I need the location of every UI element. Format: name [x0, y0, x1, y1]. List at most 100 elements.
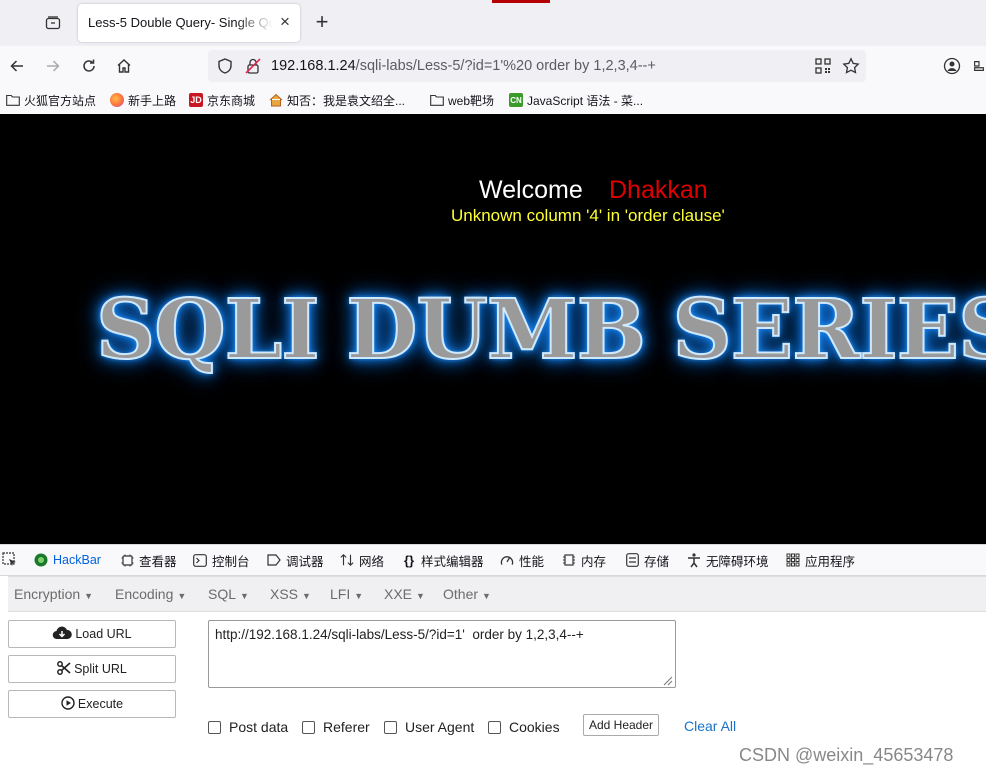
- referer-checkbox[interactable]: Referer: [302, 718, 370, 736]
- reload-icon[interactable]: [77, 54, 101, 78]
- execute-button[interactable]: Execute: [8, 690, 176, 718]
- hackbar-url-input[interactable]: http://192.168.1.24/sqli-labs/Less-5/?id…: [208, 620, 676, 688]
- tab-memory[interactable]: 内存: [562, 550, 606, 570]
- bookmark-item[interactable]: CN JavaScript 语法 - 菜...: [509, 90, 643, 110]
- bookmark-label: JavaScript 语法 - 菜...: [527, 93, 644, 108]
- menu-encryption[interactable]: Encryption ▼: [14, 586, 93, 602]
- caret-down-icon: ▼: [482, 591, 491, 601]
- post-data-checkbox[interactable]: Post data: [208, 718, 288, 736]
- bookmark-label: 新手上路: [128, 93, 177, 108]
- element-picker-icon[interactable]: [2, 550, 18, 570]
- devtools-tab-bar: HackBar 查看器 控制台 调试器 网络 {} 样式编辑器 性能 内存 存储…: [0, 544, 986, 576]
- tab-performance[interactable]: 性能: [500, 550, 544, 570]
- page-content: Welcome Dhakkan Unknown column '4' in 'o…: [0, 114, 986, 544]
- checkbox-box[interactable]: [302, 720, 315, 734]
- tab-hackbar[interactable]: HackBar: [34, 550, 101, 570]
- menu-lfi[interactable]: LFI ▼: [330, 586, 363, 602]
- shield-icon[interactable]: [216, 57, 234, 78]
- checkbox-box[interactable]: [488, 720, 501, 734]
- resize-grip-icon[interactable]: [661, 674, 673, 686]
- csdn-watermark: CSDN @weixin_45653478: [739, 745, 954, 765]
- tab-active[interactable]: Less-5 Double Query- Single Quotes ×: [78, 4, 300, 42]
- tab-label: HackBar: [53, 553, 101, 567]
- menu-label: Other: [443, 586, 479, 602]
- storage-icon: [625, 553, 639, 567]
- menu-xxe[interactable]: XXE ▼: [384, 586, 425, 602]
- tab-label: 调试器: [286, 554, 324, 569]
- list-all-tabs-icon[interactable]: [40, 11, 66, 35]
- menu-label: Encryption: [14, 586, 81, 602]
- button-label: Execute: [77, 697, 124, 711]
- menu-encoding[interactable]: Encoding ▼: [115, 586, 186, 602]
- bookmark-item[interactable]: 知否：我是袁文绍全...: [269, 90, 405, 110]
- home-icon[interactable]: [112, 54, 136, 78]
- play-circle-icon: [61, 695, 75, 713]
- url-text[interactable]: 192.168.1.24/sqli-labs/Less-5/?id=1'%20 …: [271, 58, 656, 74]
- bookmark-item[interactable]: web靶场: [430, 90, 494, 110]
- tab-label: 样式编辑器: [421, 554, 484, 569]
- caret-down-icon: ▼: [177, 591, 187, 601]
- menu-label: LFI: [330, 586, 351, 602]
- sqli-dumb-series-banner: SQLI DUMB SERIES: [95, 281, 986, 379]
- bookmark-label: 京东商城: [207, 93, 256, 108]
- add-header-button[interactable]: Add Header: [583, 714, 659, 736]
- tab-style-editor[interactable]: {} 样式编辑器: [402, 550, 484, 570]
- tab-inspector[interactable]: 查看器: [120, 550, 177, 570]
- welcome-text: Welcome: [479, 176, 583, 204]
- menu-label: XXE: [384, 586, 413, 602]
- qr-code-icon[interactable]: [815, 58, 831, 77]
- bookmark-item[interactable]: 新手上路: [110, 90, 176, 110]
- back-icon[interactable]: [5, 54, 29, 78]
- checkbox-label: Referer: [323, 719, 370, 735]
- navigation-bar: 192.168.1.24/sqli-labs/Less-5/?id=1'%20 …: [0, 46, 986, 86]
- folder-icon: [430, 93, 444, 107]
- forward-icon[interactable]: [41, 54, 65, 78]
- inspector-icon: [120, 554, 134, 567]
- grid-icon: [786, 553, 800, 567]
- cookies-checkbox[interactable]: Cookies: [488, 718, 560, 736]
- checkbox-label: User Agent: [405, 719, 475, 735]
- new-tab-button[interactable]: +: [310, 10, 334, 34]
- load-url-button[interactable]: Load URL: [8, 620, 176, 648]
- menu-sql[interactable]: SQL ▼: [208, 586, 249, 602]
- tab-title: Less-5 Double Query- Single Quotes: [88, 15, 273, 30]
- tab-label: 性能: [519, 554, 545, 569]
- split-url-button[interactable]: Split URL: [8, 655, 176, 683]
- house-icon: [269, 93, 283, 107]
- insecure-lock-icon[interactable]: [244, 57, 262, 78]
- bookmark-star-icon[interactable]: [842, 57, 860, 78]
- menu-other[interactable]: Other ▼: [443, 586, 491, 602]
- tab-label: 应用程序: [805, 554, 856, 569]
- user-agent-checkbox[interactable]: User Agent: [384, 718, 474, 736]
- caret-down-icon: ▼: [302, 591, 311, 601]
- account-icon[interactable]: [940, 54, 964, 78]
- tab-application[interactable]: 应用程序: [786, 550, 855, 570]
- debugger-icon: [267, 554, 281, 566]
- bookmarks-toolbar: 火狐官方站点 新手上路 JD 京东商城 知否：我是袁文绍全... web靶场 C…: [0, 86, 986, 115]
- tab-debugger[interactable]: 调试器: [267, 550, 324, 570]
- tab-accessibility[interactable]: 无障碍环境: [687, 550, 769, 570]
- menu-xss[interactable]: XSS ▼: [270, 586, 311, 602]
- checkbox-label: Cookies: [509, 719, 560, 735]
- checkbox-label: Post data: [229, 719, 289, 735]
- checkbox-box[interactable]: [208, 720, 221, 734]
- firefox-icon: [110, 93, 124, 107]
- bookmark-label: 知否：我是袁文绍全...: [287, 93, 406, 108]
- checkbox-box[interactable]: [384, 720, 397, 734]
- network-icon: [340, 553, 354, 567]
- sql-error-message: Unknown column '4' in 'order clause': [451, 206, 725, 225]
- close-tab-icon[interactable]: ×: [276, 13, 294, 31]
- url-bar[interactable]: 192.168.1.24/sqli-labs/Less-5/?id=1'%20 …: [208, 50, 866, 82]
- url-path: /sqli-labs/Less-5/?id=1'%20 order by 1,2…: [355, 58, 656, 74]
- tab-storage[interactable]: 存储: [625, 550, 669, 570]
- bookmark-label: web靶场: [448, 93, 495, 108]
- menu-label: XSS: [270, 586, 299, 602]
- tab-console[interactable]: 控制台: [193, 550, 250, 570]
- caret-down-icon: ▼: [240, 591, 249, 601]
- tab-network[interactable]: 网络: [340, 550, 384, 570]
- bookmark-item[interactable]: 火狐官方站点: [6, 90, 96, 110]
- clear-all-link[interactable]: Clear All: [684, 718, 736, 734]
- gauge-icon: [500, 553, 514, 567]
- extensions-icon[interactable]: [972, 54, 986, 78]
- bookmark-item[interactable]: JD 京东商城: [189, 90, 255, 110]
